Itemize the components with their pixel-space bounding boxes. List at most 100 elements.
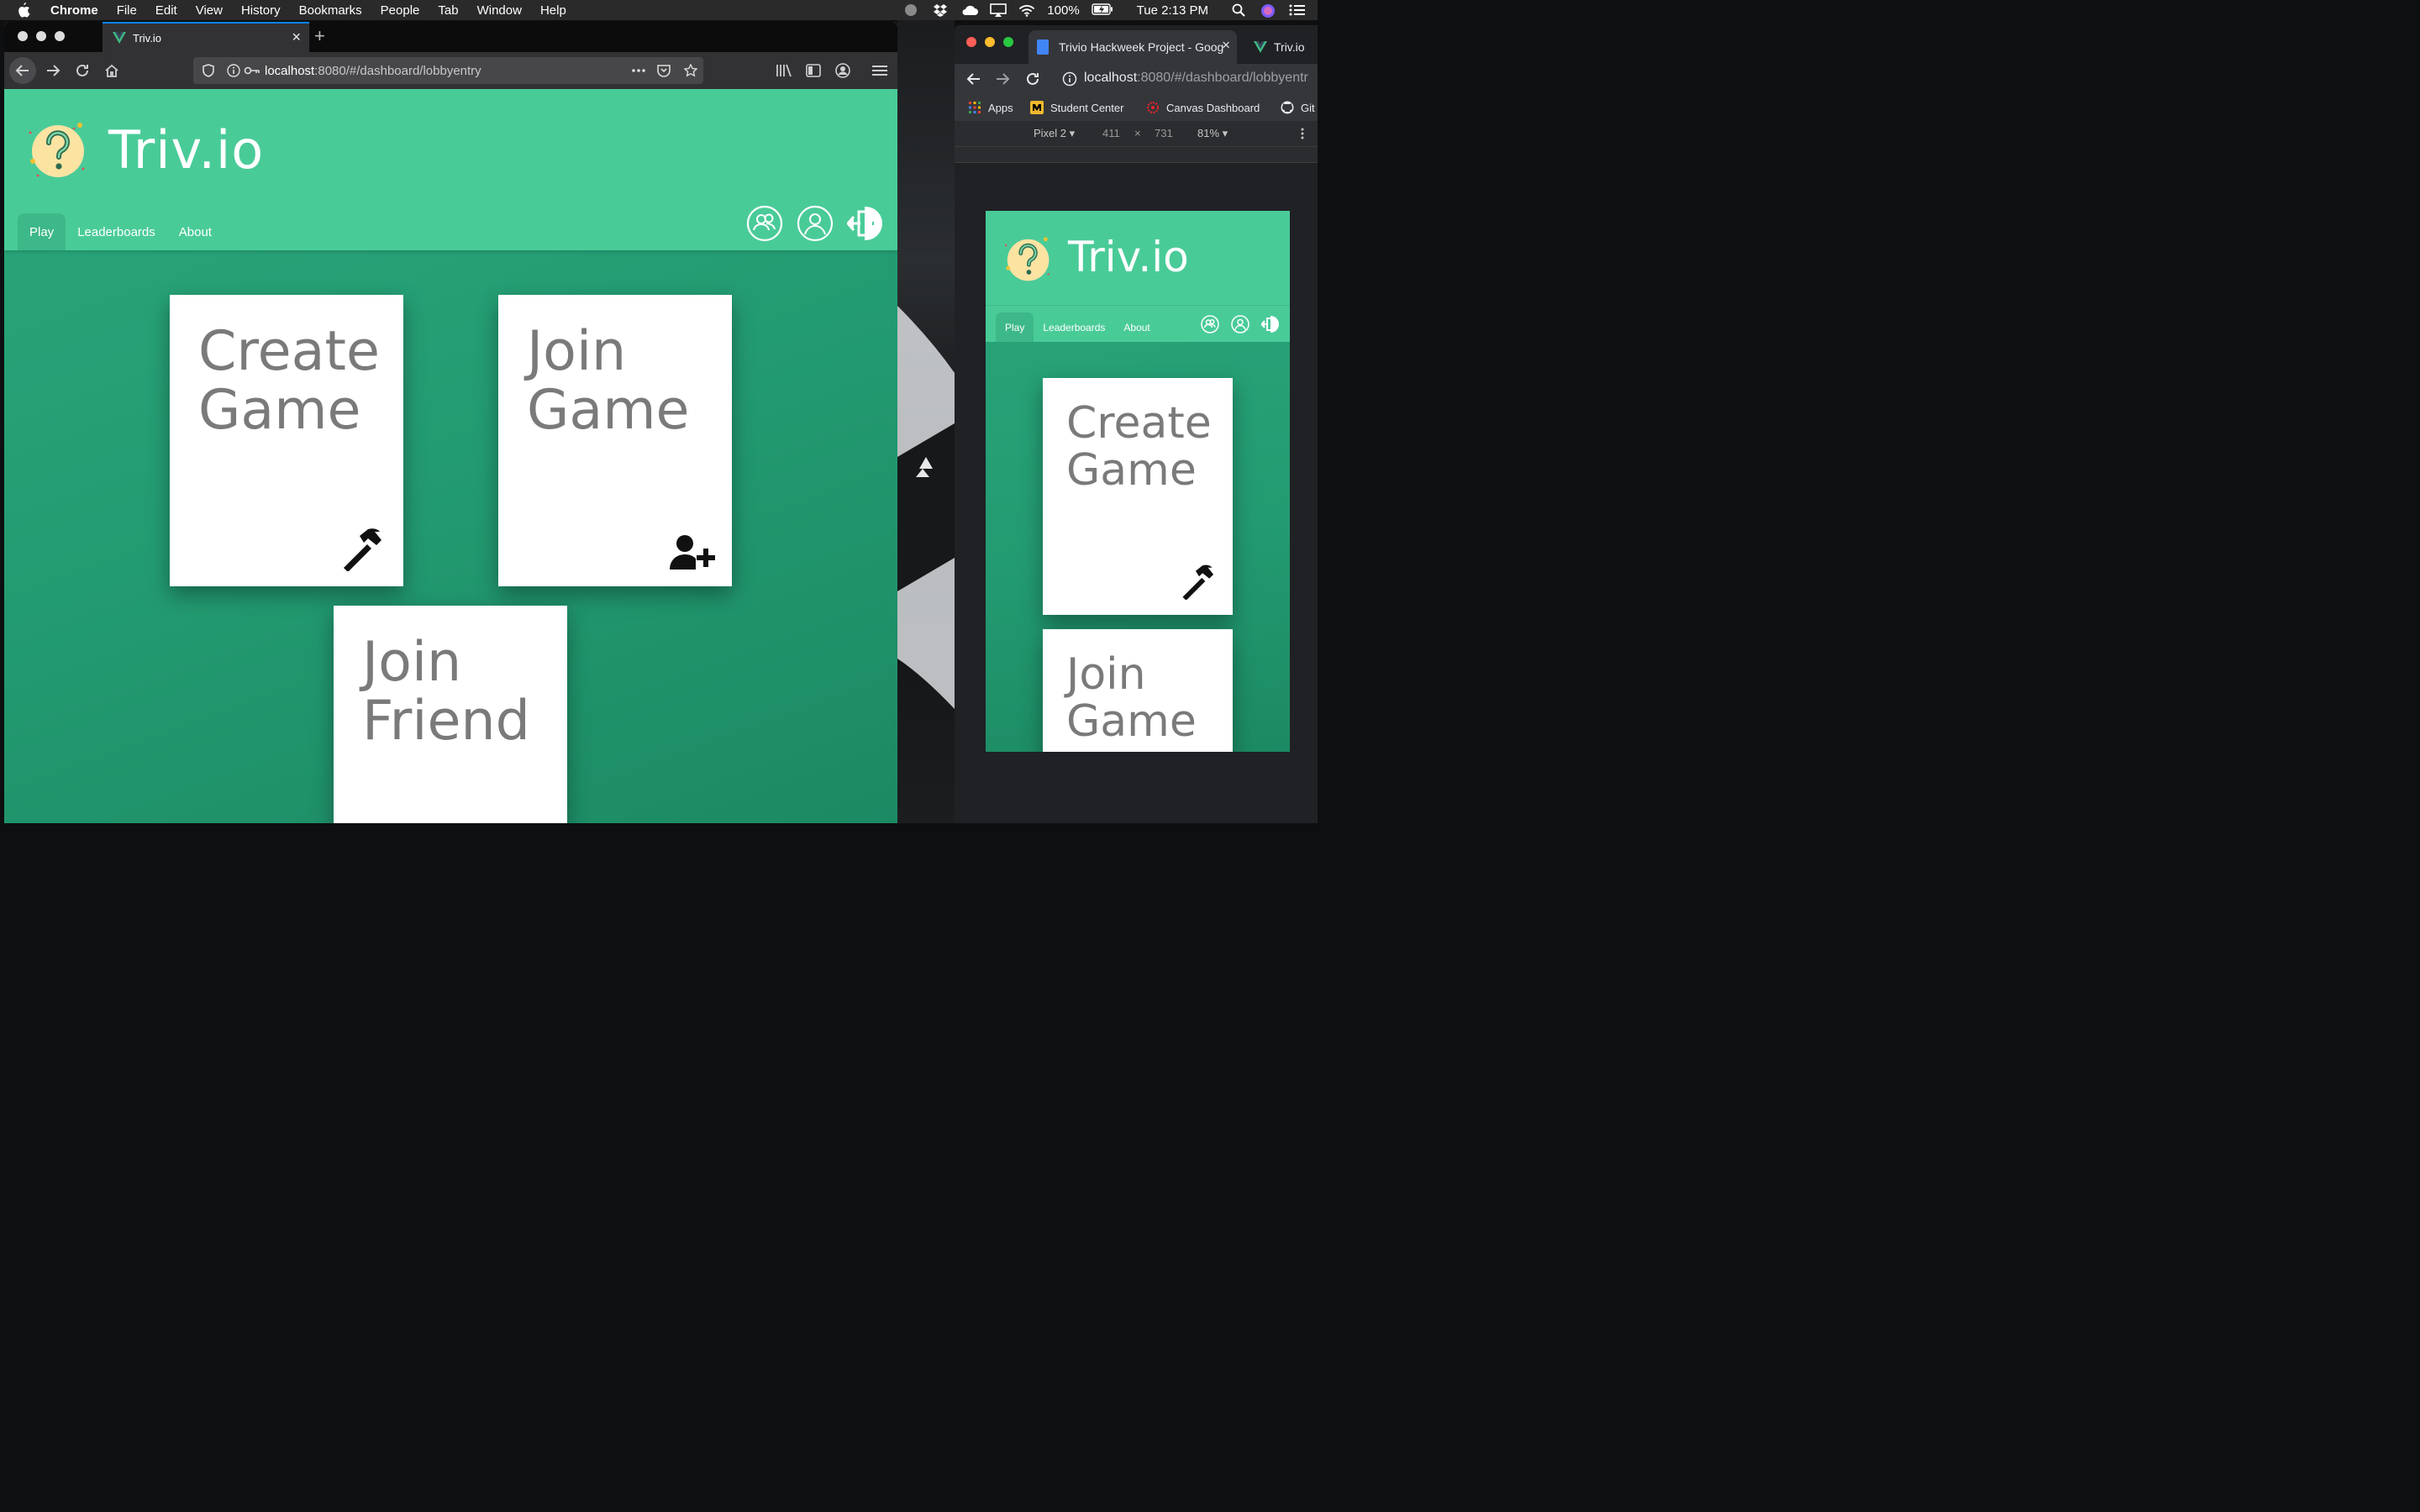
tab-about[interactable]: About [167, 213, 224, 250]
mobile-tab-play[interactable]: Play [996, 312, 1034, 342]
spotlight-search-icon[interactable] [1232, 3, 1249, 17]
bookmark-student-center[interactable]: Student Center [1030, 101, 1123, 114]
key-icon[interactable] [244, 64, 260, 77]
firefox-url-bar[interactable]: localhost:8080/#/dashboard/lobbyentry [193, 57, 703, 84]
back-button[interactable] [9, 57, 36, 84]
tab-leaderboards[interactable]: Leaderboards [66, 213, 167, 250]
mobile-app-title: Triv.io [1068, 233, 1189, 281]
join-game-line2: Game [527, 379, 690, 442]
new-tab-icon[interactable]: + [314, 25, 325, 47]
mobile-logout-icon[interactable] [1261, 315, 1280, 333]
profile-icon[interactable] [797, 205, 834, 242]
join-friend-line2: Friend [362, 690, 530, 753]
chrome-url-text[interactable]: localhost:8080/#/dashboard/lobbyentr [1084, 71, 1308, 86]
chrome-maximize-window-button[interactable] [1003, 37, 1013, 47]
battery-icon[interactable] [1091, 3, 1113, 17]
dropbox-icon[interactable] [933, 3, 950, 17]
battery-percent: 100% [1047, 3, 1080, 18]
menu-app-name[interactable]: Chrome [50, 3, 98, 18]
chrome-back-icon[interactable] [966, 71, 981, 87]
device-height[interactable]: 731 [1155, 127, 1173, 139]
maximize-window-button[interactable] [55, 31, 65, 41]
menu-window[interactable]: Window [477, 3, 522, 18]
join-game-card[interactable]: Join Game [498, 295, 732, 586]
sidebar-toggle-icon[interactable] [802, 59, 825, 82]
menu-help[interactable]: Help [540, 3, 566, 18]
chrome-site-info-icon[interactable] [1062, 71, 1077, 87]
chrome-close-window-button[interactable] [966, 37, 976, 47]
zoom-select[interactable]: 81% ▾ [1197, 127, 1228, 140]
create-game-card[interactable]: Create Game [170, 295, 403, 586]
create-game-line2: Game [198, 379, 361, 442]
bookmark-apps[interactable]: Apps [968, 101, 1013, 114]
device-select[interactable]: Pixel 2 ▾ [1034, 127, 1075, 140]
device-width[interactable]: 411 [1102, 127, 1120, 139]
chrome-tab1-title: Trivio Hackweek Project - Goog [1059, 40, 1224, 54]
menu-edit[interactable]: Edit [155, 3, 177, 18]
logout-icon[interactable] [847, 205, 884, 242]
mobile-question-mark-logo-icon[interactable] [1002, 235, 1051, 282]
mobile-tab-about[interactable]: About [1114, 312, 1159, 342]
bookmark-github[interactable]: Git [1281, 101, 1315, 114]
apple-icon[interactable] [17, 0, 34, 20]
apps-grid-icon [968, 101, 981, 114]
menu-file[interactable]: File [117, 3, 137, 18]
app-title: Triv.io [108, 119, 265, 181]
account-icon[interactable] [831, 59, 855, 82]
close-window-button[interactable] [18, 31, 28, 41]
create-game-line1: Create [198, 320, 380, 383]
mobile-hammer-icon [1181, 563, 1218, 600]
firefox-tab-trivio[interactable]: Triv.io × [103, 22, 309, 52]
mobile-friends-icon[interactable] [1201, 315, 1219, 333]
mobile-profile-icon[interactable] [1231, 315, 1249, 333]
siri-icon[interactable] [1260, 3, 1277, 18]
desktop-wallpaper [897, 20, 955, 823]
tracking-shield-icon[interactable] [202, 64, 215, 77]
mobile-join-game-line2: Game [1066, 696, 1197, 747]
forward-button[interactable] [41, 59, 65, 82]
site-info-icon[interactable] [227, 64, 240, 77]
home-button[interactable] [100, 59, 124, 82]
more-options-icon[interactable] [1301, 127, 1304, 140]
canvas-logo-icon [1146, 101, 1160, 114]
clock[interactable]: Tue 2:13 PM [1137, 3, 1208, 18]
cloud-icon[interactable] [961, 3, 979, 17]
mobile-create-game-card[interactable]: Create Game [1043, 378, 1233, 615]
hammer-icon [341, 526, 387, 571]
mobile-create-game-line1: Create [1066, 398, 1212, 449]
github-icon [1281, 101, 1294, 114]
mobile-tab-leaderboards[interactable]: Leaderboards [1034, 312, 1114, 342]
join-friend-card[interactable]: Join Friend [334, 606, 567, 823]
menu-tab[interactable]: Tab [438, 3, 458, 18]
question-mark-logo-icon[interactable] [26, 120, 87, 179]
tab-play[interactable]: Play [18, 213, 66, 250]
menu-bookmarks[interactable]: Bookmarks [299, 3, 362, 18]
mobile-join-game-card[interactable]: Join Game [1043, 629, 1233, 752]
menu-people[interactable]: People [381, 3, 420, 18]
chrome-close-tab-icon[interactable]: × [1222, 37, 1230, 54]
menu-view[interactable]: View [196, 3, 223, 18]
page-actions-icon[interactable] [630, 64, 647, 77]
pocket-icon[interactable] [657, 64, 671, 77]
chrome-tab2-title: Triv.io [1274, 40, 1305, 54]
bookmark-canvas-dashboard[interactable]: Canvas Dashboard [1146, 101, 1260, 114]
friends-icon[interactable] [746, 205, 783, 242]
hamburger-menu-icon[interactable] [868, 59, 892, 82]
chrome-forward-icon[interactable] [995, 71, 1010, 87]
airplay-icon[interactable] [990, 3, 1007, 17]
notification-center-icon[interactable] [1289, 3, 1306, 17]
chrome-minimize-window-button[interactable] [985, 37, 995, 47]
library-icon[interactable] [772, 59, 796, 82]
reload-button[interactable] [71, 59, 94, 82]
chrome-tab-google-doc[interactable]: Trivio Hackweek Project - Goog × [1028, 30, 1237, 64]
firefox-window: Triv.io × + localhost:8080/#/dashboard/l… [4, 22, 897, 823]
menu-history[interactable]: History [241, 3, 281, 18]
minimize-window-button[interactable] [36, 31, 46, 41]
wifi-icon[interactable] [1018, 3, 1035, 17]
chrome-tab-trivio[interactable]: Triv.io [1245, 30, 1318, 64]
close-tab-icon[interactable]: × [292, 29, 301, 46]
record-icon[interactable] [904, 3, 921, 17]
mobile-header-actions [1201, 315, 1280, 333]
chrome-reload-icon[interactable] [1025, 71, 1040, 87]
bookmark-star-icon[interactable] [684, 64, 697, 77]
